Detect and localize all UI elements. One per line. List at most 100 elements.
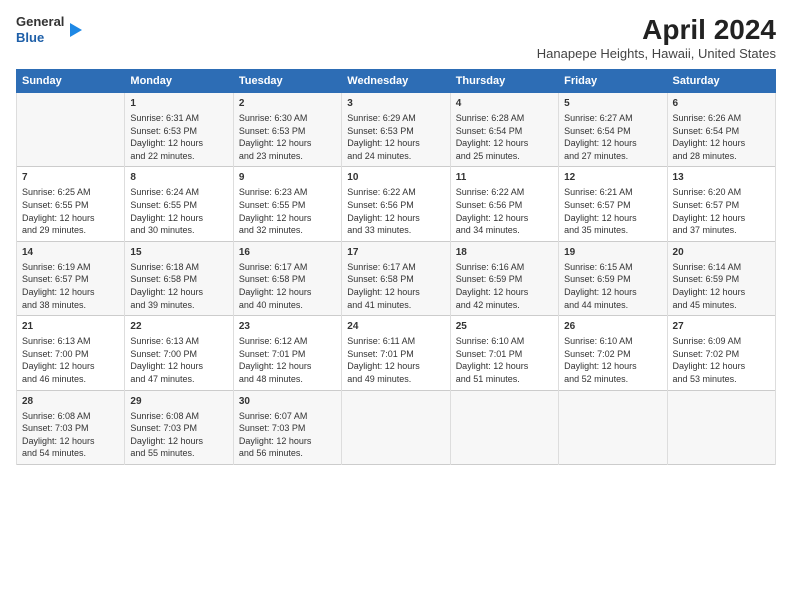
day-info-text: Sunrise: 6:08 AM (22, 410, 119, 423)
day-number: 8 (130, 171, 227, 185)
day-info-text: Daylight: 12 hours (239, 435, 336, 448)
day-info-text: Daylight: 12 hours (239, 286, 336, 299)
day-info-text: Sunset: 6:56 PM (347, 199, 444, 212)
calendar-week-row: 1Sunrise: 6:31 AMSunset: 6:53 PMDaylight… (17, 93, 776, 167)
day-info-text: Daylight: 12 hours (130, 212, 227, 225)
day-info-text: Daylight: 12 hours (673, 137, 770, 150)
day-info-text: Sunset: 6:57 PM (564, 199, 661, 212)
logo-icon (66, 21, 84, 39)
day-number: 12 (564, 171, 661, 185)
day-info-text: and 42 minutes. (456, 299, 553, 312)
day-info-text: Sunset: 6:57 PM (22, 273, 119, 286)
day-info-text: Sunrise: 6:24 AM (130, 186, 227, 199)
day-info-text: and 29 minutes. (22, 224, 119, 237)
day-info-text: Sunset: 7:02 PM (673, 348, 770, 361)
day-info-text: Daylight: 12 hours (564, 286, 661, 299)
day-info-text: Sunset: 7:03 PM (239, 422, 336, 435)
day-info-text: Sunset: 6:54 PM (456, 125, 553, 138)
day-info-text: Sunrise: 6:27 AM (564, 112, 661, 125)
calendar-cell: 28Sunrise: 6:08 AMSunset: 7:03 PMDayligh… (17, 390, 125, 464)
day-number: 26 (564, 320, 661, 334)
calendar-cell: 24Sunrise: 6:11 AMSunset: 7:01 PMDayligh… (342, 316, 450, 390)
calendar-cell (17, 93, 125, 167)
day-number: 18 (456, 246, 553, 260)
calendar-cell: 20Sunrise: 6:14 AMSunset: 6:59 PMDayligh… (667, 241, 775, 315)
calendar-cell: 10Sunrise: 6:22 AMSunset: 6:56 PMDayligh… (342, 167, 450, 241)
day-info-text: and 27 minutes. (564, 150, 661, 163)
calendar-cell (559, 390, 667, 464)
day-info-text: Sunset: 6:59 PM (564, 273, 661, 286)
day-info-text: Sunrise: 6:15 AM (564, 261, 661, 274)
calendar-cell: 15Sunrise: 6:18 AMSunset: 6:58 PMDayligh… (125, 241, 233, 315)
calendar-week-row: 7Sunrise: 6:25 AMSunset: 6:55 PMDaylight… (17, 167, 776, 241)
day-info-text: Sunrise: 6:26 AM (673, 112, 770, 125)
header-tuesday: Tuesday (233, 70, 341, 93)
calendar-cell: 21Sunrise: 6:13 AMSunset: 7:00 PMDayligh… (17, 316, 125, 390)
day-number: 23 (239, 320, 336, 334)
calendar-cell: 22Sunrise: 6:13 AMSunset: 7:00 PMDayligh… (125, 316, 233, 390)
calendar-cell: 4Sunrise: 6:28 AMSunset: 6:54 PMDaylight… (450, 93, 558, 167)
day-info-text: Daylight: 12 hours (239, 212, 336, 225)
day-info-text: Daylight: 12 hours (347, 212, 444, 225)
calendar-cell: 13Sunrise: 6:20 AMSunset: 6:57 PMDayligh… (667, 167, 775, 241)
calendar-cell: 2Sunrise: 6:30 AMSunset: 6:53 PMDaylight… (233, 93, 341, 167)
day-info-text: and 55 minutes. (130, 447, 227, 460)
day-number: 5 (564, 97, 661, 111)
day-info-text: Sunset: 6:58 PM (239, 273, 336, 286)
day-info-text: Daylight: 12 hours (22, 435, 119, 448)
day-number: 9 (239, 171, 336, 185)
calendar-cell (450, 390, 558, 464)
day-info-text: Sunrise: 6:22 AM (456, 186, 553, 199)
day-info-text: Sunrise: 6:29 AM (347, 112, 444, 125)
day-info-text: and 44 minutes. (564, 299, 661, 312)
day-info-text: Sunset: 6:59 PM (456, 273, 553, 286)
day-number: 7 (22, 171, 119, 185)
day-info-text: Sunset: 6:55 PM (239, 199, 336, 212)
day-info-text: and 23 minutes. (239, 150, 336, 163)
day-info-text: and 35 minutes. (564, 224, 661, 237)
day-info-text: Daylight: 12 hours (22, 360, 119, 373)
day-number: 16 (239, 246, 336, 260)
day-info-text: Sunrise: 6:21 AM (564, 186, 661, 199)
day-info-text: Sunrise: 6:14 AM (673, 261, 770, 274)
day-info-text: Daylight: 12 hours (564, 360, 661, 373)
day-info-text: Daylight: 12 hours (239, 360, 336, 373)
calendar-cell: 18Sunrise: 6:16 AMSunset: 6:59 PMDayligh… (450, 241, 558, 315)
calendar-week-row: 28Sunrise: 6:08 AMSunset: 7:03 PMDayligh… (17, 390, 776, 464)
day-info-text: Sunrise: 6:08 AM (130, 410, 227, 423)
header-sunday: Sunday (17, 70, 125, 93)
day-info-text: Daylight: 12 hours (22, 286, 119, 299)
day-number: 28 (22, 395, 119, 409)
day-number: 4 (456, 97, 553, 111)
day-info-text: and 25 minutes. (456, 150, 553, 163)
day-info-text: Daylight: 12 hours (564, 212, 661, 225)
day-info-text: and 40 minutes. (239, 299, 336, 312)
day-info-text: and 54 minutes. (22, 447, 119, 460)
day-info-text: Sunrise: 6:13 AM (22, 335, 119, 348)
day-info-text: Sunrise: 6:13 AM (130, 335, 227, 348)
day-info-text: and 39 minutes. (130, 299, 227, 312)
day-info-text: Sunset: 6:54 PM (564, 125, 661, 138)
day-info-text: Sunrise: 6:17 AM (239, 261, 336, 274)
day-info-text: Sunset: 6:57 PM (673, 199, 770, 212)
day-info-text: and 32 minutes. (239, 224, 336, 237)
day-number: 6 (673, 97, 770, 111)
day-info-text: Daylight: 12 hours (456, 360, 553, 373)
calendar-cell: 8Sunrise: 6:24 AMSunset: 6:55 PMDaylight… (125, 167, 233, 241)
day-number: 11 (456, 171, 553, 185)
calendar-cell: 16Sunrise: 6:17 AMSunset: 6:58 PMDayligh… (233, 241, 341, 315)
day-info-text: Sunset: 6:54 PM (673, 125, 770, 138)
calendar-cell: 29Sunrise: 6:08 AMSunset: 7:03 PMDayligh… (125, 390, 233, 464)
day-info-text: and 51 minutes. (456, 373, 553, 386)
day-info-text: Sunset: 6:53 PM (239, 125, 336, 138)
calendar-cell: 1Sunrise: 6:31 AMSunset: 6:53 PMDaylight… (125, 93, 233, 167)
day-info-text: and 33 minutes. (347, 224, 444, 237)
day-info-text: and 38 minutes. (22, 299, 119, 312)
calendar-cell: 14Sunrise: 6:19 AMSunset: 6:57 PMDayligh… (17, 241, 125, 315)
day-info-text: and 37 minutes. (673, 224, 770, 237)
day-info-text: Sunrise: 6:23 AM (239, 186, 336, 199)
calendar-cell: 19Sunrise: 6:15 AMSunset: 6:59 PMDayligh… (559, 241, 667, 315)
day-info-text: Daylight: 12 hours (130, 435, 227, 448)
calendar-week-row: 14Sunrise: 6:19 AMSunset: 6:57 PMDayligh… (17, 241, 776, 315)
day-info-text: and 30 minutes. (130, 224, 227, 237)
